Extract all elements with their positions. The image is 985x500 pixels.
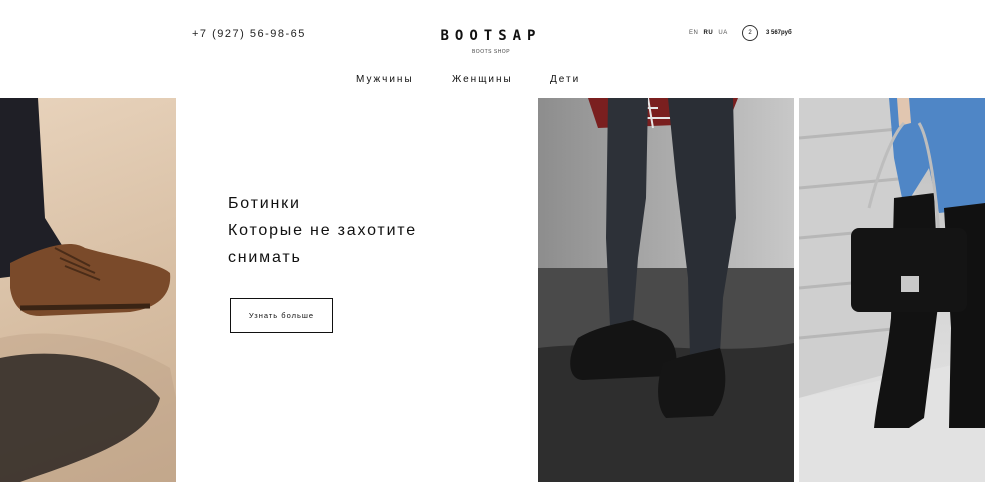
main-nav: Мужчины Женщины Дети <box>0 74 985 88</box>
site-logo[interactable]: BOOTSAP <box>420 28 562 44</box>
site-header: +7 (927) 56-98-65 BOOTSAP BOOTS SHOP EN … <box>0 0 985 98</box>
nav-item-kids[interactable]: Дети <box>550 74 580 85</box>
site-logo-subtitle: BOOTS SHOP <box>471 49 511 55</box>
cart-total[interactable]: 3 567руб <box>766 30 792 36</box>
photo-black-boots <box>538 98 794 482</box>
cart-count-badge[interactable]: 2 <box>742 25 758 41</box>
photo-brown-shoe <box>0 98 176 482</box>
language-en[interactable]: EN <box>689 30 698 36</box>
language-ua[interactable]: UA <box>718 30 727 36</box>
language-switcher: EN RU UA <box>689 30 731 36</box>
photo-over-knee-boots <box>799 98 985 482</box>
learn-more-button[interactable]: Узнать больше <box>230 298 333 333</box>
hero-line-3: снимать <box>228 249 302 266</box>
hero-line-2: Которые не захотите <box>228 222 417 239</box>
language-ru[interactable]: RU <box>704 30 714 36</box>
hero-line-1: Ботинки <box>228 195 301 212</box>
hero-headline: Ботинки Которые не захотите снимать <box>228 190 417 271</box>
phone-number[interactable]: +7 (927) 56-98-65 <box>192 28 306 40</box>
nav-item-men[interactable]: Мужчины <box>356 74 414 85</box>
nav-item-women[interactable]: Женщины <box>452 74 513 85</box>
